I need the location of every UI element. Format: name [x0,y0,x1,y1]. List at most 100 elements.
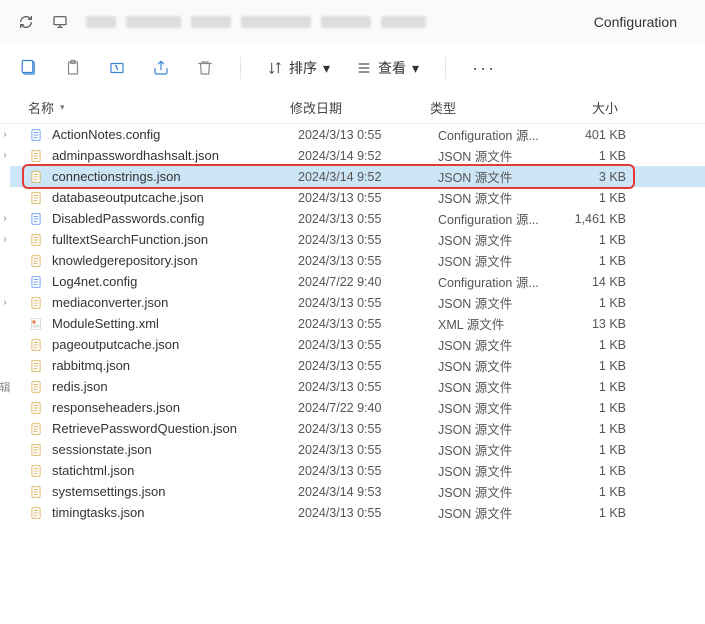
file-size: 1,461 KB [556,212,636,226]
file-row[interactable]: sessionstate.json2024/3/13 0:55JSON 源文件1… [10,439,705,460]
share-icon[interactable] [152,59,170,77]
file-row[interactable]: redis.json2024/3/13 0:55JSON 源文件1 KB [10,376,705,397]
file-icon [28,169,44,185]
paste-icon[interactable] [64,59,82,77]
file-row[interactable]: DisabledPasswords.config2024/3/13 0:55Co… [10,208,705,229]
file-row[interactable]: knowledgerepository.json2024/3/13 0:55JS… [10,250,705,271]
file-type: JSON 源文件 [438,293,556,312]
delete-icon[interactable] [196,59,214,77]
file-name: rabbitmq.json [52,358,298,373]
file-name: pageoutputcache.json [52,337,298,352]
file-row[interactable]: timingtasks.json2024/3/13 0:55JSON 源文件1 … [10,502,705,523]
header-date[interactable]: 修改日期 [290,98,430,117]
file-icon [28,274,44,290]
file-name: mediaconverter.json [52,295,298,310]
new-icon[interactable] [20,59,38,77]
file-date: 2024/3/13 0:55 [298,338,438,352]
file-type: JSON 源文件 [438,188,556,207]
file-row[interactable]: statichtml.json2024/3/13 0:55JSON 源文件1 K… [10,460,705,481]
file-name: ActionNotes.config [52,127,298,142]
file-icon [28,295,44,311]
file-size: 1 KB [556,254,636,268]
chevron-down-icon: ▾ [323,60,330,77]
file-date: 2024/3/13 0:55 [298,233,438,247]
file-size: 1 KB [556,422,636,436]
file-date: 2024/3/13 0:55 [298,191,438,205]
file-date: 2024/3/13 0:55 [298,359,438,373]
view-dropdown[interactable]: 查看 ▾ [356,58,419,78]
file-size: 1 KB [556,506,636,520]
file-row[interactable]: responseheaders.json2024/7/22 9:40JSON 源… [10,397,705,418]
file-icon [28,253,44,269]
file-type: JSON 源文件 [438,167,556,186]
view-label: 查看 [378,58,406,78]
file-date: 2024/3/13 0:55 [298,128,438,142]
file-name: knowledgerepository.json [52,253,298,268]
file-name: statichtml.json [52,463,298,478]
file-row[interactable]: fulltextSearchFunction.json2024/3/13 0:5… [10,229,705,250]
file-row[interactable]: rabbitmq.json2024/3/13 0:55JSON 源文件1 KB [10,355,705,376]
file-date: 2024/3/13 0:55 [298,443,438,457]
rename-icon[interactable] [108,59,126,77]
file-date: 2024/3/13 0:55 [298,422,438,436]
breadcrumb-current[interactable]: Configuration [594,14,687,30]
file-type: JSON 源文件 [438,398,556,417]
sort-dropdown[interactable]: 排序 ▾ [267,58,330,78]
file-row[interactable]: RetrievePasswordQuestion.json2024/3/13 0… [10,418,705,439]
file-list: ActionNotes.config2024/3/13 0:55Configur… [10,124,705,523]
file-type: Configuration 源... [438,209,556,228]
file-name: adminpasswordhashsalt.json [52,148,298,163]
file-date: 2024/3/13 0:55 [298,380,438,394]
file-date: 2024/3/13 0:55 [298,212,438,226]
refresh-icon[interactable] [18,14,34,30]
file-name: responseheaders.json [52,400,298,415]
header-name[interactable]: 名称 ▾ [28,98,290,117]
file-row[interactable]: ModuleSetting.xml2024/3/13 0:55XML 源文件13… [10,313,705,334]
file-type: JSON 源文件 [438,461,556,480]
monitor-icon[interactable] [52,14,68,30]
file-icon [28,400,44,416]
file-row[interactable]: databaseoutputcache.json2024/3/13 0:55JS… [10,187,705,208]
chevron-down-icon: ▾ [412,60,419,77]
file-size: 1 KB [556,296,636,310]
file-date: 2024/7/22 9:40 [298,275,438,289]
file-type: JSON 源文件 [438,356,556,375]
file-type: JSON 源文件 [438,335,556,354]
file-name: ModuleSetting.xml [52,316,298,331]
file-name: Log4net.config [52,274,298,289]
file-row[interactable]: mediaconverter.json2024/3/13 0:55JSON 源文… [10,292,705,313]
file-type: JSON 源文件 [438,230,556,249]
file-type: Configuration 源... [438,125,556,144]
file-name: DisabledPasswords.config [52,211,298,226]
file-type: XML 源文件 [438,314,556,333]
file-icon [28,442,44,458]
file-date: 2024/7/22 9:40 [298,401,438,415]
file-icon [28,379,44,395]
file-size: 1 KB [556,380,636,394]
file-row[interactable]: connectionstrings.json2024/3/14 9:52JSON… [10,166,705,187]
file-type: JSON 源文件 [438,503,556,522]
file-size: 401 KB [556,128,636,142]
left-gutter: ›› ›› › 辑 [0,124,10,523]
header-type[interactable]: 类型 [430,98,548,117]
separator [240,57,241,79]
file-name: sessionstate.json [52,442,298,457]
file-row[interactable]: Log4net.config2024/7/22 9:40Configuratio… [10,271,705,292]
more-icon[interactable]: ··· [472,58,496,79]
file-row[interactable]: systemsettings.json2024/3/14 9:53JSON 源文… [10,481,705,502]
file-icon [28,232,44,248]
file-icon [28,484,44,500]
file-size: 1 KB [556,464,636,478]
file-icon [28,127,44,143]
header-size[interactable]: 大小 [548,98,628,117]
separator [445,57,446,79]
sort-caret-icon: ▾ [60,102,65,113]
column-headers: 名称 ▾ 修改日期 类型 大小 [0,92,705,124]
file-date: 2024/3/13 0:55 [298,296,438,310]
file-row[interactable]: adminpasswordhashsalt.json2024/3/14 9:52… [10,145,705,166]
file-row[interactable]: pageoutputcache.json2024/3/13 0:55JSON 源… [10,334,705,355]
file-type: Configuration 源... [438,272,556,291]
file-size: 1 KB [556,338,636,352]
file-row[interactable]: ActionNotes.config2024/3/13 0:55Configur… [10,124,705,145]
file-type: JSON 源文件 [438,251,556,270]
